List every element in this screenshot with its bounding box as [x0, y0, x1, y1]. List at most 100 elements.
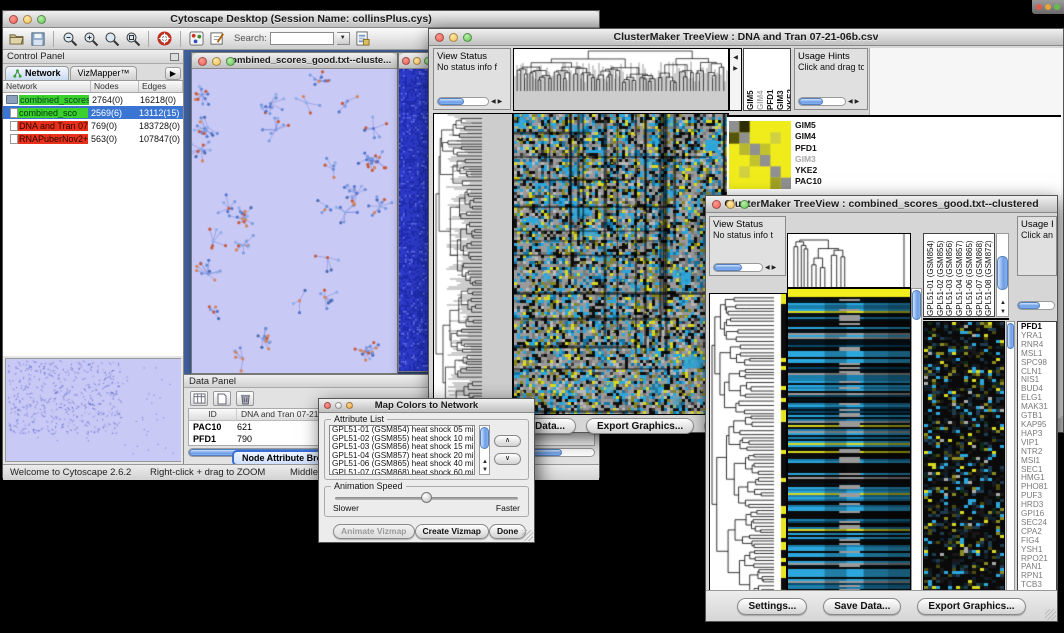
network-overview-canvas[interactable] [6, 359, 181, 461]
scroll-thumb[interactable] [714, 264, 742, 271]
zoom-icon[interactable] [1054, 4, 1060, 10]
matrix-column-label[interactable]: YKE2 [786, 49, 791, 110]
scroll-down-icon[interactable]: ▼ [482, 466, 488, 474]
scroll-up-icon[interactable]: ▲ [1000, 299, 1006, 307]
create-vizmap-button[interactable]: Create Vizmap [415, 524, 489, 539]
scroll-thumb[interactable] [1007, 323, 1014, 349]
zoom-fit-icon[interactable] [124, 30, 141, 47]
annotation-icon[interactable] [209, 30, 226, 47]
selected-cluster-heatmap-canvas[interactable] [924, 322, 1004, 609]
matrix-column-label[interactable]: PFD1 [766, 49, 775, 110]
network-view-titlebar[interactable]: combined_scores_good.txt--cluste... [192, 53, 397, 69]
scroll-right-icon[interactable]: ▶ [855, 98, 860, 106]
export-graphics-button[interactable]: Export Graphics... [917, 598, 1025, 615]
minimize-icon[interactable] [726, 200, 735, 209]
animate-vizmap-button[interactable]: Animate Vizmap [333, 524, 415, 539]
column-dendrogram-panel[interactable] [787, 233, 911, 288]
heatmap-panel[interactable] [787, 288, 911, 609]
zoom-icon[interactable] [37, 15, 46, 24]
selected-cluster-heatmap-panel[interactable] [923, 321, 1005, 610]
resize-grip[interactable] [522, 530, 533, 541]
close-icon[interactable] [1036, 4, 1042, 10]
scroll-left-icon[interactable]: ◀ [733, 55, 738, 61]
matrix-row-label[interactable]: PAC10 [795, 176, 822, 187]
heatmap-vscrollbar[interactable] [911, 288, 922, 609]
dendrogram-scroll-strip[interactable]: ◀ ▶ [729, 48, 742, 111]
minimize-icon[interactable] [212, 57, 221, 66]
attribute-select-icon[interactable] [190, 391, 208, 406]
move-up-button[interactable]: ∧ [494, 435, 521, 447]
attribute-list-item[interactable]: GPL51-07 (GSM868) heat shock 60 min [330, 469, 474, 475]
heatmap-canvas[interactable] [514, 114, 728, 414]
move-down-button[interactable]: ∨ [494, 453, 521, 465]
done-button[interactable]: Done [489, 524, 526, 539]
search-input[interactable] [270, 32, 334, 45]
treeview-combined-titlebar[interactable]: ClusterMaker TreeView : combined_scores_… [706, 196, 1057, 213]
scroll-left-icon[interactable]: ◀ [848, 98, 853, 106]
network-overview-panel[interactable] [5, 358, 181, 462]
experiment-column-label[interactable]: GPL51-08 (GSM872) [984, 234, 994, 316]
save-icon[interactable] [29, 30, 46, 47]
view-status-hscrollbar[interactable] [437, 97, 489, 106]
cluster-matrix-canvas[interactable] [729, 121, 791, 189]
cluster-vscrollbar[interactable] [1006, 321, 1015, 610]
usage-hints-hscrollbar[interactable] [798, 97, 846, 106]
zoom-out-icon[interactable] [61, 30, 78, 47]
tab-network[interactable]: Network [5, 66, 69, 80]
matrix-column-label[interactable]: GIM5 [746, 49, 755, 110]
scroll-right-icon[interactable]: ▶ [733, 66, 738, 72]
view-status-hscrollbar[interactable] [713, 263, 763, 272]
help-lifering-icon[interactable] [156, 30, 173, 47]
table-import-icon[interactable] [354, 30, 371, 47]
scroll-up-icon[interactable]: ▲ [482, 458, 488, 466]
vizmapper-icon[interactable] [188, 30, 205, 47]
col-nodes[interactable]: Nodes [91, 81, 139, 92]
matrix-row-label[interactable]: GIM4 [795, 131, 822, 142]
zoom-icon[interactable] [463, 33, 472, 42]
minimize-icon[interactable] [1045, 4, 1051, 10]
matrix-row-label[interactable]: GIM3 [795, 154, 822, 165]
zoom-icon[interactable] [226, 57, 235, 66]
heatmap-canvas[interactable] [788, 289, 910, 608]
experiment-column-label[interactable]: GPL51-06 (GSM865) [965, 234, 975, 316]
minimize-icon[interactable] [413, 57, 421, 65]
zoom-icon[interactable] [740, 200, 749, 209]
dialog-titlebar[interactable]: Map Colors to Network [319, 399, 534, 413]
experiment-column-label[interactable]: GPL51-01 (GSM854) [926, 234, 936, 316]
scroll-thumb[interactable] [1018, 302, 1040, 309]
network-list-row[interactable]: combined_scores 2764(0) 16218(0) [3, 93, 183, 106]
usage-hints-hscrollbar[interactable] [1017, 301, 1055, 310]
heatmap-panel[interactable] [513, 113, 729, 415]
network-list-row[interactable]: RNAPuberNov2+ 563(0) 107847(0) [3, 132, 183, 145]
resize-grip[interactable] [1045, 609, 1056, 620]
scroll-left-icon[interactable]: ◀ [491, 98, 496, 106]
speed-slider[interactable] [335, 497, 518, 500]
network-list-row[interactable]: combined_sco 2569(6) 13112(15) [3, 106, 183, 119]
delete-attribute-icon[interactable] [236, 391, 254, 406]
close-icon[interactable] [712, 200, 721, 209]
scroll-thumb[interactable] [799, 98, 823, 105]
row-dendrogram-panel[interactable] [709, 293, 787, 609]
close-icon[interactable] [435, 33, 444, 42]
attribute-list-vscrollbar[interactable]: ▲ ▼ [479, 425, 490, 475]
close-icon[interactable] [9, 15, 18, 24]
minimize-icon[interactable] [335, 402, 342, 409]
row-dendrogram-panel[interactable] [433, 113, 513, 415]
experiment-column-label[interactable]: GPL51-02 (GSM855) [936, 234, 946, 316]
matrix-column-label[interactable]: GIM3 [776, 49, 785, 110]
slider-thumb[interactable] [421, 492, 432, 503]
tab-vizmapper[interactable]: VizMapper™ [70, 66, 138, 80]
tab-overflow-button[interactable]: ▶ [165, 67, 181, 80]
close-icon[interactable] [402, 57, 410, 65]
search-dropdown-icon[interactable]: ▼ [337, 32, 350, 45]
minimize-icon[interactable] [23, 15, 32, 24]
new-attribute-icon[interactable] [213, 391, 231, 406]
row-dendrogram-canvas[interactable] [434, 114, 512, 414]
matrix-column-label[interactable]: GIM4 [756, 49, 765, 110]
experiment-column-label[interactable]: GPL51-03 (GSM856) [945, 234, 955, 316]
experiment-column-label[interactable]: GPL51-07 (GSM868) [975, 234, 985, 316]
labels-vscrollbar[interactable]: ▲ ▼ [996, 233, 1009, 317]
col-edges[interactable]: Edges [139, 81, 183, 92]
column-dendrogram-canvas[interactable] [788, 234, 910, 287]
experiment-column-label[interactable]: GPL51-04 (GSM857) [955, 234, 965, 316]
